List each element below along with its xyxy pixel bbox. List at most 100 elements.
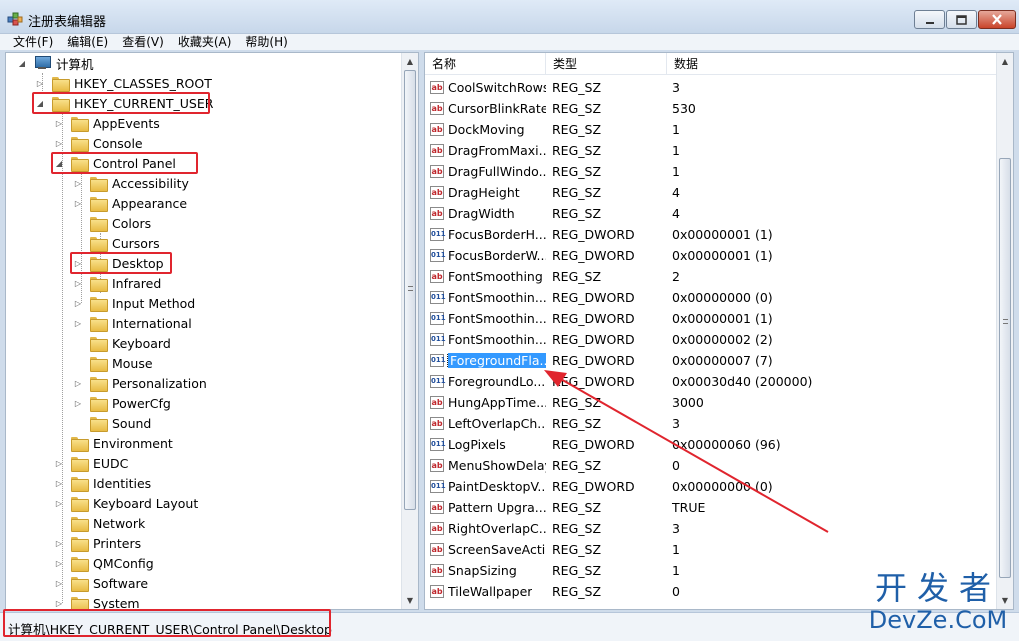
list-item[interactable]: ab DragFromMaxi... REG_SZ 1 <box>425 140 1000 161</box>
values-list-pane[interactable]: 名称 类型 数据 ab CoolSwitchRows REG_SZ 3 ab Cursor… <box>424 52 1014 610</box>
list-item[interactable]: ab CoolSwitchRows REG_SZ 3 <box>425 77 1000 98</box>
string-value-icon: ab <box>430 522 444 535</box>
tree-node-mouse[interactable]: Mouse <box>90 353 155 373</box>
menu-favorites[interactable]: 收藏夹(A) <box>171 34 239 50</box>
value-type: REG_SZ <box>552 416 602 431</box>
tree-node-console[interactable]: ▷ Console <box>56 133 145 153</box>
folder-icon <box>71 516 89 532</box>
list-scroll-thumb[interactable] <box>999 158 1011 578</box>
value-data: 0 <box>672 458 680 473</box>
list-item[interactable]: 011 FontSmoothin... REG_DWORD 0x00000000 (0… <box>425 287 1000 308</box>
expand-arrow-icon[interactable]: ▷ <box>73 379 83 388</box>
list-item[interactable]: 011 PaintDesktopV... REG_DWORD 0x00000000 (… <box>425 476 1000 497</box>
tree-node-appearance[interactable]: ▷ Appearance <box>75 193 189 213</box>
tree-node-printers[interactable]: ▷ Printers <box>56 533 143 553</box>
list-item[interactable]: ab RightOverlapC... REG_SZ 3 <box>425 518 1000 539</box>
value-name-cell: ab DragFromMaxi... <box>425 143 546 158</box>
string-value-icon: ab <box>430 270 444 283</box>
menu-edit[interactable]: 编辑(E) <box>60 34 115 50</box>
list-item[interactable]: 011 FocusBorderH... REG_DWORD 0x00000001 (1… <box>425 224 1000 245</box>
tree-node-powercfg[interactable]: ▷ PowerCfg <box>75 393 173 413</box>
tree-node-input-method[interactable]: ▷ Input Method <box>75 293 197 313</box>
tree-node-environment[interactable]: Environment <box>71 433 175 453</box>
registry-tree-pane[interactable]: ◢ 计算机 ▷ HKEY_CLASSES_ROOT ◢ HKEY_CURRENT_USER… <box>5 52 419 610</box>
tree-node-personalization[interactable]: ▷ Personalization <box>75 373 209 393</box>
expand-arrow-icon[interactable]: ▷ <box>73 179 83 188</box>
tree-node-international[interactable]: ▷ International <box>75 313 194 333</box>
string-value-icon: ab <box>430 102 444 115</box>
list-item[interactable]: 011 ForegroundLo... REG_DWORD 0x00030d40 (2… <box>425 371 1000 392</box>
expand-arrow-icon[interactable]: ▷ <box>35 79 45 88</box>
tree-node-system[interactable]: ▷ System <box>56 593 142 609</box>
column-header-type[interactable]: 类型 <box>546 53 667 75</box>
maximize-button[interactable] <box>946 10 977 29</box>
tree-node-keyboard[interactable]: Keyboard <box>90 333 173 353</box>
expand-arrow-icon[interactable]: ▷ <box>54 539 64 548</box>
tree-node-infrared[interactable]: ▷ Infrared <box>75 273 163 293</box>
list-item[interactable]: ab DragWidth REG_SZ 4 <box>425 203 1000 224</box>
tree-node-hkey-classes-root[interactable]: ▷ HKEY_CLASSES_ROOT <box>37 73 214 93</box>
folder-icon <box>71 436 89 452</box>
expand-arrow-icon[interactable]: ▷ <box>54 579 64 588</box>
tree-node-computer[interactable]: ◢ 计算机 <box>19 53 96 73</box>
value-type: REG_SZ <box>552 269 602 284</box>
tree-node-sound[interactable]: Sound <box>90 413 153 433</box>
expand-arrow-icon[interactable]: ▷ <box>54 139 64 148</box>
expand-arrow-icon[interactable]: ▷ <box>73 299 83 308</box>
expand-arrow-icon[interactable]: ▷ <box>54 119 64 128</box>
list-item[interactable]: 011 FontSmoothin... REG_DWORD 0x00000001 (1… <box>425 308 1000 329</box>
tree-node-software[interactable]: ▷ Software <box>56 573 150 593</box>
collapse-arrow-icon[interactable]: ◢ <box>17 59 27 68</box>
list-item[interactable]: 011 LogPixels REG_DWORD 0x00000060 (96) <box>425 434 1000 455</box>
tree-scroll-thumb[interactable] <box>404 70 416 510</box>
list-item[interactable]: ab MenuShowDelay REG_SZ 0 <box>425 455 1000 476</box>
minimize-button[interactable] <box>914 10 945 29</box>
list-item[interactable]: ab Pattern Upgra... REG_SZ TRUE <box>425 497 1000 518</box>
tree-node-keyboard-layout[interactable]: ▷ Keyboard Layout <box>56 493 200 513</box>
scroll-up-arrow-icon[interactable]: ▲ <box>997 53 1013 70</box>
tree-node-identities[interactable]: ▷ Identities <box>56 473 153 493</box>
list-item[interactable]: ab LeftOverlapCh... REG_SZ 3 <box>425 413 1000 434</box>
scroll-up-arrow-icon[interactable]: ▲ <box>402 53 418 70</box>
list-item[interactable]: ab HungAppTime... REG_SZ 3000 <box>425 392 1000 413</box>
grip-icon <box>408 286 413 291</box>
list-scrollbar[interactable]: ▲ ▼ <box>996 53 1013 609</box>
tree-node-appevents[interactable]: ▷ AppEvents <box>56 113 162 133</box>
list-header: 名称 类型 数据 <box>425 53 1000 75</box>
list-item[interactable]: ab DragHeight REG_SZ 4 <box>425 182 1000 203</box>
close-button[interactable] <box>978 10 1016 29</box>
tree-node-eudc[interactable]: ▷ EUDC <box>56 453 130 473</box>
list-item[interactable]: ab DragFullWindo... REG_SZ 1 <box>425 161 1000 182</box>
tree-node-network[interactable]: Network <box>71 513 147 533</box>
expand-arrow-icon[interactable]: ▷ <box>54 499 64 508</box>
list-item[interactable]: 011 ForegroundFla... REG_DWORD 0x00000007 (… <box>425 350 1000 371</box>
expand-arrow-icon[interactable]: ▷ <box>73 199 83 208</box>
expand-arrow-icon[interactable]: ▷ <box>73 399 83 408</box>
expand-arrow-icon[interactable]: ▷ <box>54 459 64 468</box>
tree-scrollbar[interactable]: ▲ ▼ <box>401 53 418 609</box>
list-item[interactable]: 011 FocusBorderW... REG_DWORD 0x00000001 (1… <box>425 245 1000 266</box>
list-item[interactable]: ab CursorBlinkRate REG_SZ 530 <box>425 98 1000 119</box>
list-item[interactable]: ab FontSmoothing REG_SZ 2 <box>425 266 1000 287</box>
column-header-data[interactable]: 数据 <box>667 53 1000 75</box>
tree-node-qmconfig[interactable]: ▷ QMConfig <box>56 553 156 573</box>
expand-arrow-icon[interactable]: ▷ <box>73 279 83 288</box>
column-header-name[interactable]: 名称 <box>425 53 546 75</box>
scroll-down-arrow-icon[interactable]: ▼ <box>402 592 418 609</box>
tree-node-cursors[interactable]: Cursors <box>90 233 162 253</box>
expand-arrow-icon[interactable]: ▷ <box>54 479 64 488</box>
string-value-icon: ab <box>430 207 444 220</box>
tree-node-colors[interactable]: Colors <box>90 213 153 233</box>
menu-help[interactable]: 帮助(H) <box>238 34 294 50</box>
expand-arrow-icon[interactable]: ▷ <box>54 599 64 608</box>
list-item[interactable]: ab ScreenSaveActi... REG_SZ 1 <box>425 539 1000 560</box>
list-item[interactable]: ab DockMoving REG_SZ 1 <box>425 119 1000 140</box>
expand-arrow-icon[interactable]: ▷ <box>73 319 83 328</box>
value-name: FontSmoothing <box>448 269 543 284</box>
list-item[interactable]: 011 FontSmoothin... REG_DWORD 0x00000002 (2… <box>425 329 1000 350</box>
tree-node-accessibility[interactable]: ▷ Accessibility <box>75 173 191 193</box>
menu-view[interactable]: 查看(V) <box>115 34 171 50</box>
expand-arrow-icon[interactable]: ▷ <box>54 559 64 568</box>
menu-file[interactable]: 文件(F) <box>0 34 60 50</box>
value-name: FocusBorderH... <box>448 227 546 242</box>
